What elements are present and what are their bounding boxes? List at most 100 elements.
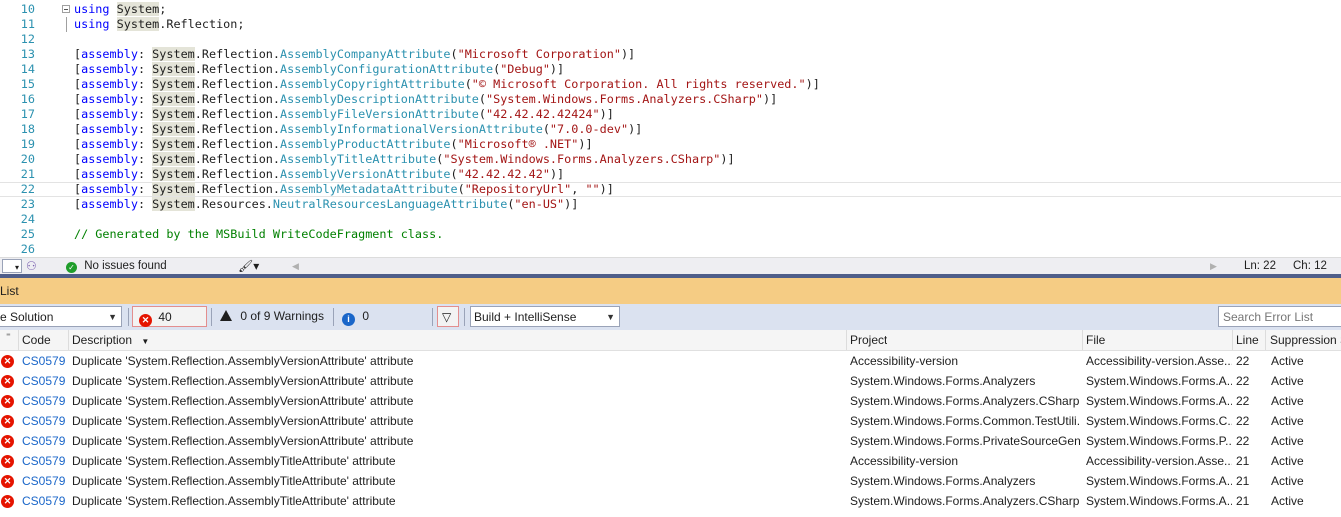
code-line[interactable]: 15 [assembly: System.Reflection.AssemblyC… — [0, 77, 1341, 92]
code-line[interactable]: 16 [assembly: System.Reflection.AssemblyD… — [0, 92, 1341, 107]
search-error-list-input[interactable]: Search Error List — [1218, 306, 1341, 327]
cell-code[interactable]: CS0579 — [22, 351, 66, 371]
code-line[interactable]: 20 [assembly: System.Reflection.AssemblyT… — [0, 152, 1341, 167]
errors-filter-toggle[interactable]: ✕ 40 Errors — [132, 306, 207, 345]
column-divider[interactable] — [846, 330, 847, 350]
error-list-header: ⁼ Code Description ▼ Project File Line S… — [0, 330, 1341, 351]
line-number: 20 — [20, 152, 35, 166]
scroll-right-icon[interactable]: ▶ — [1210, 259, 1217, 274]
code-token: "Microsoft® .NET" — [457, 137, 579, 151]
code-line[interactable]: 23 [assembly: System.Resources.NeutralRes… — [0, 197, 1341, 212]
code-line[interactable]: 18 [assembly: System.Reflection.AssemblyI… — [0, 122, 1341, 137]
column-header-project[interactable]: Project — [850, 330, 887, 350]
error-row[interactable]: ✕ CS0579 Duplicate 'System.Reflection.Asse… — [0, 491, 1341, 511]
issues-label: No issues found — [84, 260, 167, 272]
cell-project: Accessibility-version — [850, 354, 959, 368]
code-text: [assembly: System.Reflection.AssemblyVer… — [74, 167, 564, 182]
scope-dropdown[interactable]: e Solution ▼ — [0, 306, 122, 327]
code-line[interactable]: 19 [assembly: System.Reflection.AssemblyP… — [0, 137, 1341, 152]
code-token: AssemblyDescriptionAttribute — [280, 92, 479, 106]
cell-description: Duplicate 'System.Reflection.AssemblyVer… — [72, 354, 414, 368]
error-row[interactable]: ✕ CS0579 Duplicate 'System.Reflection.Asse… — [0, 451, 1341, 471]
code-line[interactable]: 22 [assembly: System.Reflection.AssemblyM… — [0, 182, 1341, 197]
code-line[interactable]: 26 — [0, 242, 1341, 257]
error-icon: ✕ — [1, 395, 14, 408]
code-line[interactable]: 17 [assembly: System.Reflection.AssemblyF… — [0, 107, 1341, 122]
scroll-left-icon[interactable]: ◀ — [292, 259, 299, 274]
chevron-down-icon: ▼ — [108, 312, 117, 322]
code-token: "System.Windows.Forms.Analyzers.CSharp" — [486, 92, 763, 106]
cell-line: 22 — [1236, 414, 1250, 428]
code-token: "Debug" — [500, 62, 550, 76]
code-token: // Generated by the MSBuild WriteCodeFra… — [74, 227, 444, 241]
code-line[interactable]: 25 // Generated by the MSBuild WriteCodeF… — [0, 227, 1341, 242]
error-row[interactable]: ✕ CS0579 Duplicate 'System.Reflection.Asse… — [0, 471, 1341, 491]
code-line[interactable]: 12 — [0, 32, 1341, 47]
cell-line: 22 — [1236, 434, 1250, 448]
column-header-suppression[interactable]: Suppression S — [1270, 330, 1341, 350]
code-token: ( — [450, 47, 458, 61]
column-header-code[interactable]: Code — [22, 330, 51, 350]
code-token: )] — [763, 92, 778, 106]
error-row[interactable]: ✕ CS0579 Duplicate 'System.Reflection.Asse… — [0, 371, 1341, 391]
cell-suppression: Active — [1271, 474, 1304, 488]
cell-code[interactable]: CS0579 — [22, 451, 66, 471]
cell-file: System.Windows.Forms.A... — [1086, 374, 1232, 388]
code-token: assembly — [81, 167, 138, 181]
health-indicator[interactable]: ✓ No issues found — [66, 259, 167, 274]
code-token: )] — [599, 107, 614, 121]
messages-filter-toggle[interactable]: i 0 Messages — [336, 306, 430, 344]
code-line[interactable]: 24 — [0, 212, 1341, 227]
code-token: .Reflection. — [194, 62, 281, 76]
code-token: System — [152, 122, 195, 136]
code-line[interactable]: 13 [assembly: System.Reflection.AssemblyC… — [0, 47, 1341, 62]
cell-code[interactable]: CS0579 — [22, 411, 66, 431]
cell-code[interactable]: CS0579 — [22, 471, 66, 491]
code-token: )] — [549, 62, 565, 76]
code-token: AssemblyInformationalVersionAttribute — [280, 122, 543, 136]
column-header-line[interactable]: Line — [1236, 330, 1259, 350]
zoom-dropdown[interactable]: ▾ — [2, 259, 22, 273]
cell-code[interactable]: CS0579 — [22, 431, 66, 451]
line-number: 11 — [20, 17, 35, 31]
error-row[interactable]: ✕ CS0579 Duplicate 'System.Reflection.Asse… — [0, 351, 1341, 371]
column-divider[interactable] — [68, 330, 69, 350]
column-divider[interactable] — [18, 330, 19, 350]
code-editor[interactable]: 10 using System; 11 using System.Reflection… — [0, 0, 1341, 257]
code-token: assembly — [81, 122, 138, 136]
collapse-icon[interactable] — [62, 5, 70, 13]
error-list-title-bar[interactable]: List — [0, 278, 1341, 304]
cell-description: Duplicate 'System.Reflection.AssemblyTit… — [72, 474, 396, 488]
cell-code[interactable]: CS0579 — [22, 391, 66, 411]
code-token: using — [74, 2, 110, 16]
code-line[interactable]: 11 using System.Reflection; — [0, 17, 1341, 32]
cell-line: 22 — [1236, 394, 1250, 408]
toolbar-separator — [432, 308, 433, 326]
warnings-filter-toggle[interactable]: 0 of 9 Warnings — [214, 306, 330, 327]
error-row[interactable]: ✕ CS0579 Duplicate 'System.Reflection.Asse… — [0, 391, 1341, 411]
code-token: : — [137, 47, 153, 61]
line-number: 23 — [20, 197, 35, 211]
cell-file: System.Windows.Forms.P... — [1086, 434, 1232, 448]
code-token: : — [137, 137, 153, 151]
column-divider[interactable] — [1232, 330, 1233, 350]
intellicode-icon[interactable]: ⚇ — [26, 259, 37, 274]
filter-button[interactable]: ▽ — [437, 306, 459, 327]
column-divider[interactable] — [1265, 330, 1266, 350]
code-cleanup-icon[interactable]: 🖌▾ — [238, 259, 259, 274]
cell-code[interactable]: CS0579 — [22, 491, 66, 511]
line-number: 16 — [20, 92, 35, 106]
code-line[interactable]: 10 using System; — [0, 2, 1341, 17]
error-row[interactable]: ✕ CS0579 Duplicate 'System.Reflection.Asse… — [0, 431, 1341, 451]
code-token: AssemblyVersionAttribute — [280, 167, 451, 181]
error-row[interactable]: ✕ CS0579 Duplicate 'System.Reflection.Asse… — [0, 411, 1341, 431]
code-line[interactable]: 21 [assembly: System.Reflection.AssemblyV… — [0, 167, 1341, 182]
build-filter-dropdown[interactable]: Build + IntelliSense ▼ — [470, 306, 620, 327]
column-divider[interactable] — [1082, 330, 1083, 350]
column-header-file[interactable]: File — [1086, 330, 1105, 350]
column-header-description[interactable]: Description ▼ — [72, 330, 149, 350]
column-options-icon[interactable]: ⁼ — [6, 330, 11, 350]
code-line[interactable]: 14 [assembly: System.Reflection.AssemblyC… — [0, 62, 1341, 77]
cell-code[interactable]: CS0579 — [22, 371, 66, 391]
error-icon: ✕ — [1, 415, 14, 428]
